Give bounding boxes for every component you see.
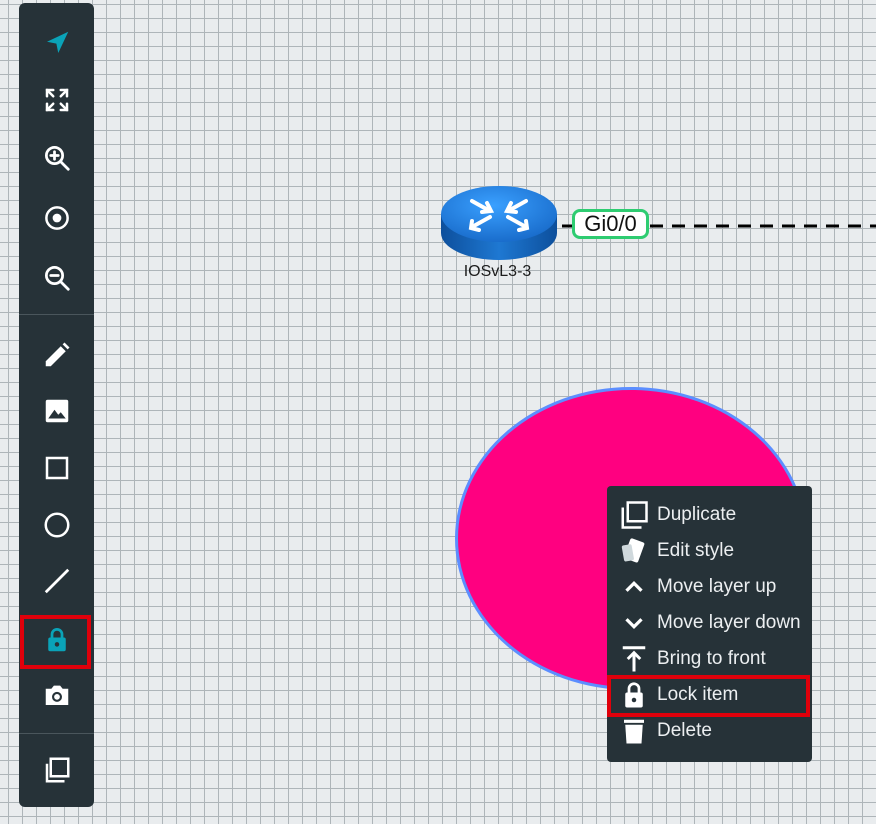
menu-item-move-layer-down[interactable]: Move layer down	[607, 605, 812, 641]
router-node[interactable]	[438, 181, 560, 261]
menu-item-label: Duplicate	[657, 504, 737, 525]
lock-icon	[617, 677, 651, 713]
zoom-in-tool[interactable]	[19, 133, 94, 183]
image-icon	[45, 399, 68, 423]
rectangle-tool[interactable]	[19, 443, 94, 493]
fit-screen-icon	[45, 88, 68, 112]
edit-style-icon	[617, 533, 651, 569]
select-arrow-icon	[46, 31, 68, 53]
lock-tool[interactable]	[19, 615, 94, 665]
context-menu: Duplicate Edit style Move layer up Move …	[607, 486, 812, 762]
menu-item-edit-style[interactable]: Edit style	[607, 533, 812, 569]
select-tool[interactable]	[19, 18, 94, 68]
node-label: IOSvL3-3	[463, 263, 532, 280]
menu-item-label: Edit style	[657, 540, 735, 561]
zoom-in-icon	[44, 146, 70, 171]
menu-item-delete[interactable]: Delete	[607, 713, 812, 749]
camera-icon	[45, 685, 68, 705]
zoom-out-icon	[44, 266, 70, 291]
menu-item-duplicate[interactable]: Duplicate	[607, 497, 812, 533]
menu-item-label: Lock item	[657, 684, 739, 705]
center-icon	[44, 206, 69, 230]
menu-item-lock-item[interactable]: Lock item	[607, 677, 812, 713]
router-icon	[441, 186, 557, 260]
lock-icon	[47, 628, 66, 652]
chevron-up-icon	[617, 569, 651, 605]
copy-icon	[45, 757, 69, 783]
zoom-out-tool[interactable]	[19, 253, 94, 303]
image-tool[interactable]	[19, 386, 94, 436]
toolbar-divider	[19, 733, 94, 734]
circle-icon	[44, 512, 69, 538]
interface-label[interactable]: Gi0/0	[572, 209, 649, 239]
menu-item-move-layer-up[interactable]: Move layer up	[607, 569, 812, 605]
line-icon	[44, 568, 69, 594]
bring-to-front-icon	[617, 641, 651, 677]
ellipse-tool[interactable]	[19, 500, 94, 550]
screenshot-tool[interactable]	[19, 670, 94, 720]
duplicate-icon	[617, 497, 651, 533]
trash-icon	[617, 713, 651, 749]
copy-tool[interactable]	[19, 745, 94, 795]
chevron-down-icon	[617, 605, 651, 641]
center-tool[interactable]	[19, 193, 94, 243]
menu-item-label: Delete	[657, 720, 712, 741]
draw-tool[interactable]	[19, 330, 94, 380]
menu-item-label: Move layer up	[657, 576, 777, 597]
annotation-toolbar	[19, 3, 94, 807]
toolbar-divider	[19, 314, 94, 315]
menu-item-label: Move layer down	[657, 612, 801, 633]
pencil-icon	[45, 342, 69, 367]
menu-item-bring-to-front[interactable]: Bring to front	[607, 641, 812, 677]
rectangle-icon	[45, 456, 68, 480]
fit-screen-tool[interactable]	[19, 75, 94, 125]
line-tool[interactable]	[19, 556, 94, 606]
menu-item-label: Bring to front	[657, 648, 766, 669]
